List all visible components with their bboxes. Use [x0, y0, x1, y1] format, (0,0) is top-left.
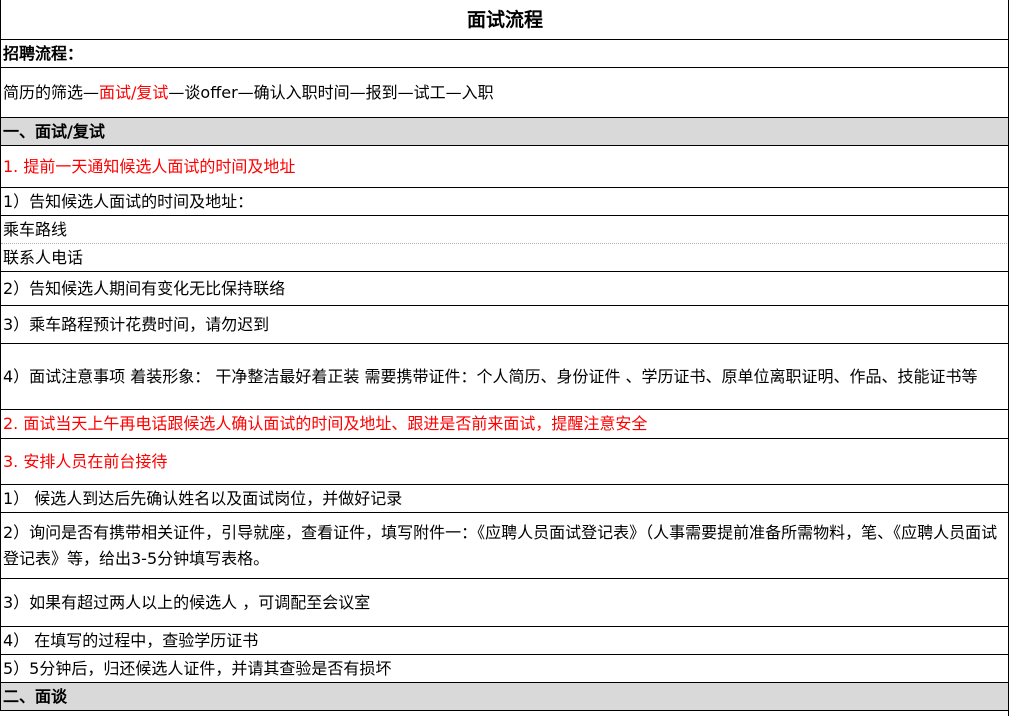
step-1-item-4[interactable]: 4）面试注意事项 着装形象： 干净整洁最好着正装 需要携带证件：个人简历、身份证… — [1, 344, 1009, 410]
flow-text-before: 简历的筛选— — [3, 82, 100, 102]
step-3-title[interactable]: 3. 安排人员在前台接待 — [1, 439, 1009, 485]
spreadsheet: 面试流程 招聘流程： 简历的筛选— 面试/复试 —谈offer—确认入职时间—报到—… — [0, 0, 1009, 716]
step-1-title[interactable]: 1. 提前一天通知候选人面试的时间及地址 — [1, 146, 1009, 188]
step-1-item-2[interactable]: 2）告知候选人期间有变化无比保持联络 — [1, 272, 1009, 306]
step-3-item-4[interactable]: 4） 在填写的过程中，查验学历证书 — [1, 627, 1009, 655]
step-3-item-3[interactable]: 3）如果有超过两人以上的候选人 ，可调配至会议室 — [1, 579, 1009, 627]
recruitment-label[interactable]: 招聘流程： — [1, 40, 1009, 68]
step-3-item-5[interactable]: 5）5分钟后，归还候选人证件，并请其查验是否有损坏 — [1, 655, 1009, 683]
section-header-interview[interactable]: 一、面试/复试 — [1, 118, 1009, 146]
page-title[interactable]: 面试流程 — [1, 0, 1009, 40]
step-1-item-3[interactable]: 3）乘车路程预计花费时间，请勿迟到 — [1, 306, 1009, 344]
recruitment-flow[interactable]: 简历的筛选— 面试/复试 —谈offer—确认入职时间—报到—试工—入职 — [1, 68, 1009, 118]
section-header-talk[interactable]: 二、面谈 — [1, 683, 1009, 711]
flow-text-after: —谈offer—确认入职时间—报到—试工—入职 — [168, 82, 494, 102]
flow-text-highlight: 面试/复试 — [99, 82, 169, 102]
step-3-item-2[interactable]: 2）询问是否有携带相关证件，引导就座，查看证件，填写附件一：《应聘人员面试登记表… — [1, 513, 1009, 579]
step-1-item-1[interactable]: 1）告知候选人面试的时间及地址： — [1, 188, 1009, 216]
step-3-item-1[interactable]: 1） 候选人到达后先确认姓名以及面试岗位，并做好记录 — [1, 485, 1009, 513]
step-1-item-contact[interactable]: 联系人电话 — [1, 244, 1009, 272]
step-2-title[interactable]: 2. 面试当天上午再电话跟候选人确认面试的时间及地址、跟进是否前来面试，提醒注意… — [1, 410, 1009, 439]
step-1-item-route[interactable]: 乘车路线 — [1, 216, 1009, 244]
